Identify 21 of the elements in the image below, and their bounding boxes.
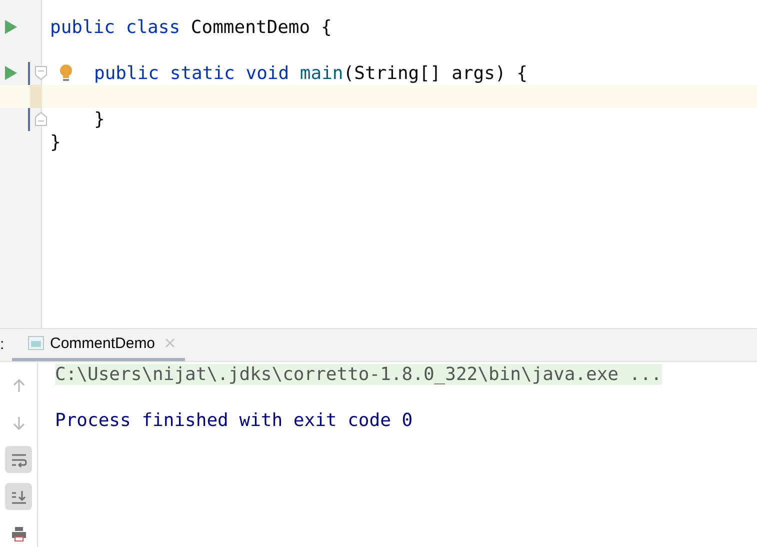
fold-icon[interactable]	[35, 66, 47, 80]
code-line: public static void main(String[] args) {	[94, 63, 528, 84]
run-icon[interactable]	[5, 66, 17, 80]
lightbulb-icon[interactable]	[59, 64, 73, 82]
run-tab[interactable]: CommentDemo	[12, 328, 186, 361]
print-icon	[10, 526, 26, 542]
scroll-to-end-icon	[10, 488, 26, 504]
toolbar-button[interactable]	[5, 446, 32, 473]
fold-icon[interactable]	[35, 112, 47, 126]
close-icon[interactable]	[165, 338, 176, 348]
code-line: }	[94, 109, 105, 130]
console-line: Process finished with exit code 0	[55, 410, 413, 431]
console-icon	[28, 336, 44, 350]
code-line: public class CommentDemo {	[50, 17, 332, 38]
soft-wrap-icon	[10, 452, 26, 468]
arrow-down-icon	[10, 414, 26, 430]
toolbar-button[interactable]	[5, 483, 32, 510]
run-icon[interactable]	[5, 20, 17, 34]
code-line: }	[50, 132, 61, 153]
arrow-up-icon	[10, 378, 26, 394]
panel-label: :	[0, 335, 6, 356]
